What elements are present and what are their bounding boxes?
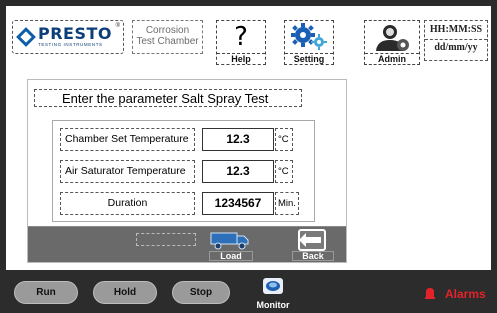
- panel-heading: Enter the parameter Salt Spray Test: [34, 89, 302, 107]
- bezel-left: [0, 0, 6, 270]
- load-label: Load: [209, 251, 253, 261]
- admin-label: Admin: [365, 53, 419, 64]
- param-label: Chamber Set Temperature: [60, 128, 195, 151]
- stop-button[interactable]: Stop: [172, 281, 230, 304]
- alarm-bell-icon: [425, 288, 435, 299]
- logo-tagline: TESTING INSTRUMENTS: [38, 42, 103, 47]
- alarms-button[interactable]: Alarms: [445, 287, 486, 301]
- monitor-button[interactable]: Monitor: [252, 276, 294, 310]
- param-unit: °C: [275, 128, 293, 151]
- question-icon: ?: [234, 22, 248, 52]
- duration-input[interactable]: 1234567: [202, 192, 274, 215]
- param-row-air-saturator-temp: Air Saturator Temperature 12.3 °C: [53, 160, 316, 183]
- setting-button[interactable]: Setting: [284, 20, 334, 65]
- bezel-top: [0, 0, 497, 6]
- hold-button[interactable]: Hold: [93, 281, 157, 304]
- back-label: Back: [292, 251, 334, 261]
- truck-icon: [210, 232, 249, 250]
- param-row-chamber-temp: Chamber Set Temperature 12.3 °C: [53, 128, 316, 151]
- hmi-screen: PRESTO TESTING INSTRUMENTS ® Corrosion T…: [0, 0, 497, 313]
- datetime-display: HH:MM:SS dd/mm/yy: [424, 20, 488, 61]
- param-row-duration: Duration 1234567 Min.: [53, 192, 316, 215]
- registered-mark: ®: [115, 23, 120, 29]
- parameter-list: Chamber Set Temperature 12.3 °C Air Satu…: [52, 120, 315, 222]
- time-readout: HH:MM:SS: [425, 21, 487, 40]
- bezel-right: [491, 0, 497, 270]
- gears-icon: [291, 23, 327, 50]
- page-title: Corrosion Test Chamber: [132, 20, 203, 54]
- title-line-2: Test Chamber: [136, 36, 199, 47]
- help-label: Help: [217, 53, 265, 64]
- chamber-set-temperature-input[interactable]: 12.3: [202, 128, 274, 151]
- param-unit: Min.: [275, 192, 299, 215]
- param-label: Air Saturator Temperature: [60, 160, 195, 183]
- date-readout: dd/mm/yy: [434, 42, 478, 53]
- load-button[interactable]: Load: [207, 228, 255, 261]
- back-button[interactable]: Back: [290, 227, 336, 261]
- admin-button[interactable]: Admin: [364, 20, 420, 65]
- logo-diamond-icon: [16, 27, 36, 47]
- logo-text: PRESTO: [38, 24, 113, 43]
- setting-label: Setting: [285, 53, 333, 64]
- param-label: Duration: [60, 192, 195, 215]
- monitor-label: Monitor: [256, 300, 290, 310]
- air-saturator-temperature-input[interactable]: 12.3: [202, 160, 274, 183]
- presto-logo: PRESTO TESTING INSTRUMENTS ®: [12, 20, 124, 54]
- panel-footer: Load Back: [28, 226, 346, 262]
- back-arrow-icon: [298, 229, 326, 251]
- monitor-icon: [263, 278, 283, 294]
- help-button[interactable]: ? Help: [216, 20, 266, 65]
- parameter-panel: Enter the parameter Salt Spray Test Cham…: [28, 80, 346, 262]
- admin-user-icon: [376, 25, 409, 51]
- param-unit: °C: [275, 160, 293, 183]
- title-line-1: Corrosion: [145, 25, 190, 36]
- run-button[interactable]: Run: [14, 281, 78, 304]
- bottom-control-bar: Run Hold Stop Monitor Alarms: [0, 270, 497, 313]
- recipe-name-field[interactable]: [136, 233, 196, 246]
